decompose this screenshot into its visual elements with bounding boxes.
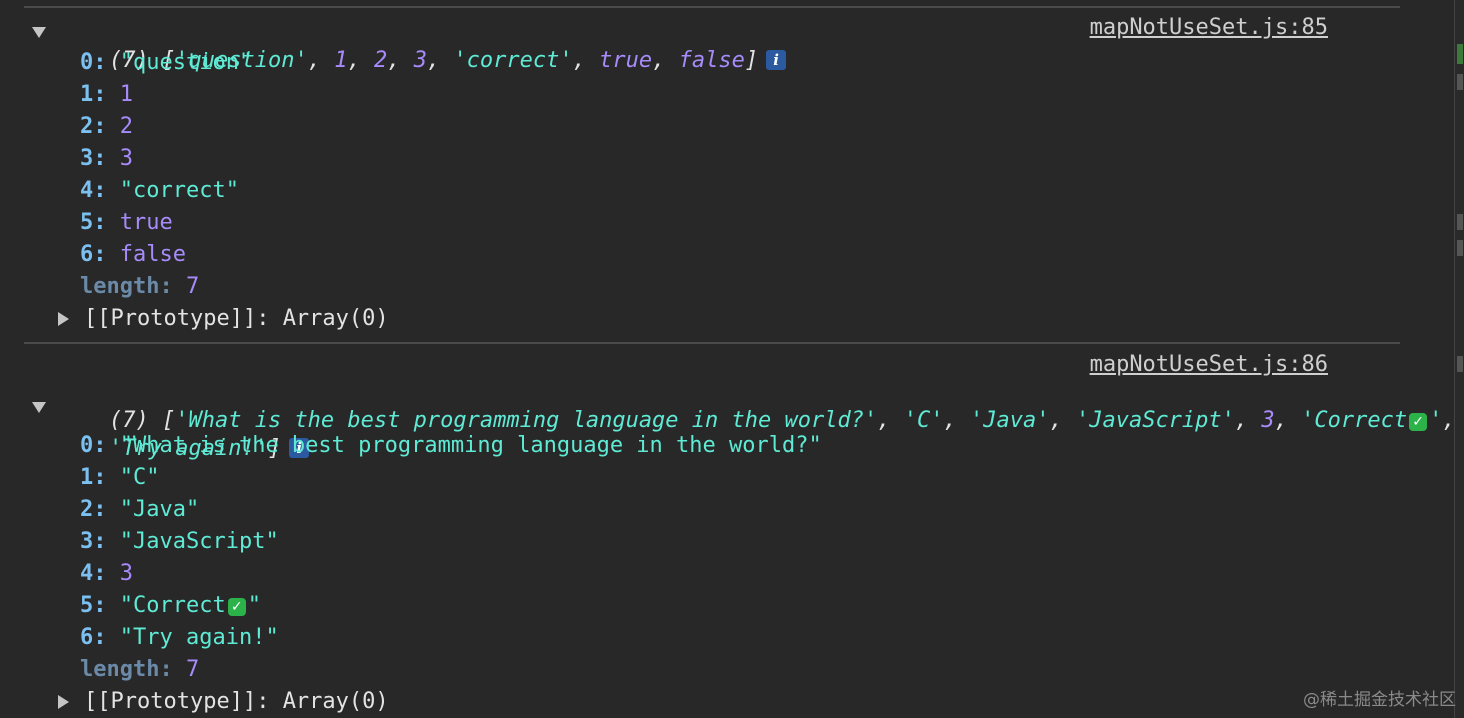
preview-value: 'JavaScript' — [1075, 408, 1235, 433]
length-property: length: 7 — [80, 274, 200, 299]
prototype-row[interactable]: [[Prototype]]: Array(0) — [84, 304, 389, 334]
array-item: 5: true — [80, 210, 173, 235]
source-link[interactable]: mapNotUseSet.js:85 — [1090, 13, 1328, 43]
check-mark-icon: ✓ — [227, 598, 246, 616]
preview-value: 'correct' — [453, 48, 573, 73]
side-panel-edge — [1454, 0, 1464, 718]
array-item: 2: "Java" — [80, 497, 200, 522]
preview-value: 2 — [373, 48, 388, 73]
array-item: 5: "Correct ✓ " — [80, 593, 261, 618]
preview-value: 'C' — [903, 408, 944, 433]
collapse-arrow-icon[interactable] — [32, 27, 46, 38]
preview-value: 'Correct — [1301, 408, 1408, 433]
log2-summary[interactable]: (7) ['What is the best programming langu… — [56, 376, 1456, 433]
strip-indicator — [1457, 74, 1463, 90]
strip-indicator — [1457, 44, 1463, 64]
log2-summary-continued[interactable]: 'Try again!'] i — [56, 404, 310, 461]
strip-indicator — [1457, 214, 1463, 230]
collapse-arrow-icon[interactable] — [32, 402, 46, 413]
log-divider — [24, 6, 1400, 8]
strip-indicator — [1457, 356, 1463, 372]
length-property: length: 7 — [80, 657, 200, 682]
array-item: 0: "question" — [80, 50, 253, 75]
log1-summary[interactable]: (7) ['question', 1, 2, 3, 'correct', tru… — [56, 16, 787, 73]
array-item: 4: "correct" — [80, 178, 239, 203]
strip-indicator — [1457, 240, 1463, 256]
expand-arrow-icon[interactable] — [58, 695, 69, 709]
array-item: 1: "C" — [80, 465, 160, 490]
array-item: 3: "JavaScript" — [80, 529, 279, 554]
preview-value: 1 — [334, 48, 348, 73]
prototype-row[interactable]: [[Prototype]]: Array(0) — [84, 687, 389, 717]
array-item: 0: "What is the best programming languag… — [80, 433, 822, 458]
preview-value: false — [678, 48, 745, 73]
preview-value: 3 — [1261, 408, 1275, 433]
watermark: @稀土掘金技术社区 — [1303, 690, 1456, 710]
check-mark-icon: ✓ — [1409, 413, 1428, 431]
info-icon[interactable]: i — [766, 50, 787, 70]
array-item: 3: 3 — [80, 146, 133, 171]
preview-value: true — [599, 48, 653, 73]
expand-arrow-icon[interactable] — [58, 312, 69, 326]
console-panel: (7) ['question', 1, 2, 3, 'correct', tru… — [0, 0, 1456, 718]
array-item: 1: 1 — [80, 82, 133, 107]
array-item: 6: false — [80, 242, 186, 267]
preview-value: 'Java' — [969, 408, 1050, 433]
preview-value: 3 — [413, 48, 427, 73]
log-divider — [24, 342, 1400, 344]
array-item: 6: "Try again!" — [80, 625, 279, 650]
array-item: 2: 2 — [80, 114, 133, 139]
array-item: 4: 3 — [80, 561, 133, 586]
